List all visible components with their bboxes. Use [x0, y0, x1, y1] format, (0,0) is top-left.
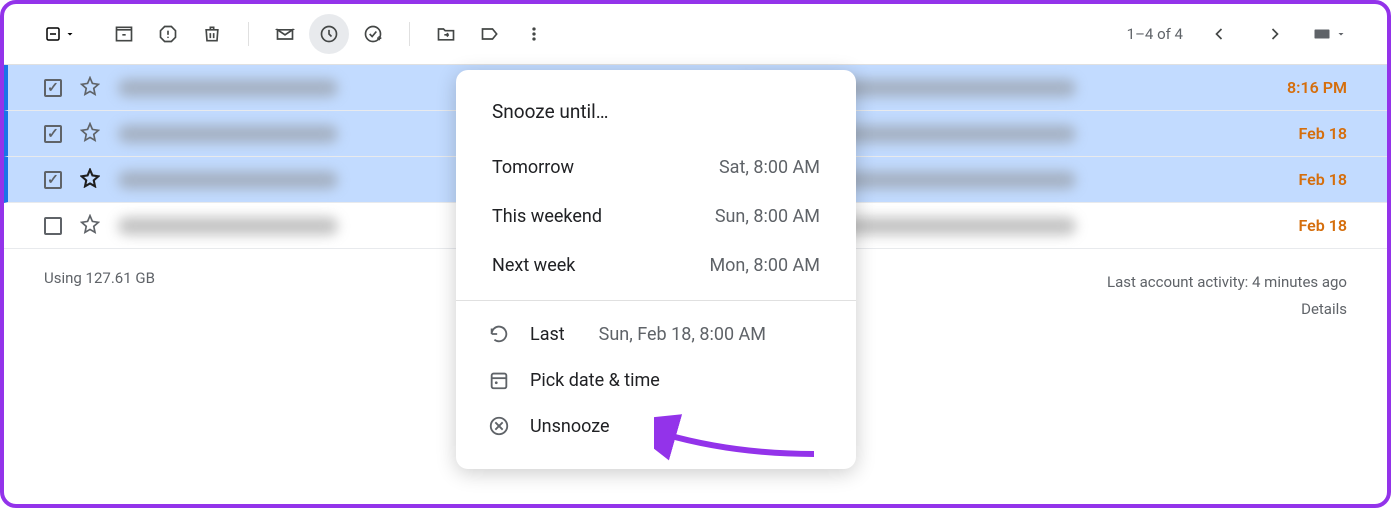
row-checkbox[interactable] [44, 217, 62, 235]
pagination-range: 1–4 of 4 [1127, 25, 1183, 43]
move-button[interactable] [426, 14, 466, 54]
snooze-tomorrow[interactable]: Tomorrow Sat, 8:00 AM [456, 143, 856, 192]
snooze-title: Snooze until… [456, 90, 856, 143]
snooze-popup: Snooze until… Tomorrow Sat, 8:00 AM This… [456, 70, 856, 469]
toolbar: 1–4 of 4 [4, 4, 1387, 64]
row-checkbox[interactable] [44, 171, 62, 189]
spam-button[interactable] [148, 14, 188, 54]
sender-redacted [118, 125, 338, 143]
delete-button[interactable] [192, 14, 232, 54]
row-time: 8:16 PM [1287, 78, 1347, 97]
next-page-button[interactable] [1255, 14, 1295, 54]
chevron-down-icon [1335, 28, 1347, 40]
pagination: 1–4 of 4 [1127, 14, 1347, 54]
dots-vertical-icon [524, 24, 544, 44]
star-icon[interactable] [80, 214, 100, 238]
refresh-icon [488, 323, 510, 345]
sender-redacted [118, 79, 338, 97]
snooze-unsnooze[interactable]: Unsnooze [456, 403, 856, 449]
chevron-down-icon [64, 28, 76, 40]
label-button[interactable] [470, 14, 510, 54]
snooze-button[interactable] [309, 14, 349, 54]
sender-redacted [118, 217, 338, 235]
select-checkbox[interactable] [44, 25, 76, 43]
cancel-icon [488, 415, 510, 437]
sender-redacted [118, 171, 338, 189]
input-tools-button[interactable] [1311, 25, 1347, 43]
divider [248, 22, 249, 46]
prev-page-button[interactable] [1199, 14, 1239, 54]
divider [456, 300, 856, 301]
row-time: Feb 18 [1299, 124, 1348, 143]
mark-unread-button[interactable] [265, 14, 305, 54]
snooze-last[interactable]: Last Sun, Feb 18, 8:00 AM [456, 311, 856, 357]
star-icon[interactable] [80, 76, 100, 100]
keyboard-icon [1311, 25, 1333, 43]
divider [409, 22, 410, 46]
details-link[interactable]: Details [1107, 296, 1347, 323]
activity-text: Last account activity: 4 minutes ago [1107, 269, 1347, 296]
chevron-left-icon [1209, 24, 1229, 44]
more-button[interactable] [514, 14, 554, 54]
star-icon[interactable] [80, 168, 100, 192]
row-time: Feb 18 [1299, 170, 1348, 189]
snooze-pick-date[interactable]: Pick date & time [456, 357, 856, 403]
clock-icon [319, 24, 339, 44]
add-task-button[interactable] [353, 14, 393, 54]
snooze-next-week[interactable]: Next week Mon, 8:00 AM [456, 241, 856, 290]
row-time: Feb 18 [1299, 216, 1348, 235]
archive-button[interactable] [104, 14, 144, 54]
snooze-weekend[interactable]: This weekend Sun, 8:00 AM [456, 192, 856, 241]
star-icon[interactable] [80, 122, 100, 146]
row-checkbox[interactable] [44, 79, 62, 97]
row-checkbox[interactable] [44, 125, 62, 143]
calendar-icon [488, 369, 510, 391]
chevron-right-icon [1265, 24, 1285, 44]
storage-text: Using 127.61 GB [44, 269, 155, 323]
